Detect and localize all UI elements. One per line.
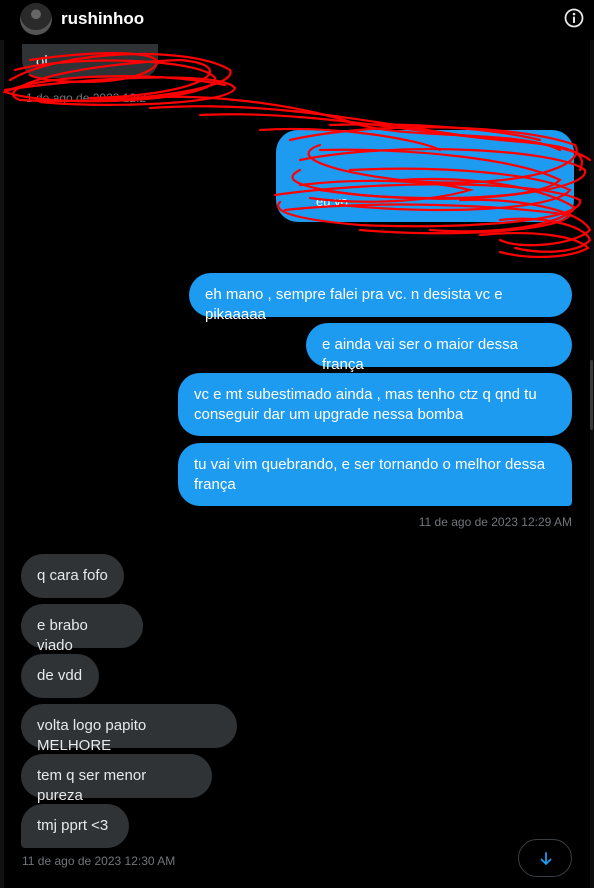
outgoing-message[interactable]: vc e mt subestimado ainda , mas tenho ct… (178, 373, 572, 436)
outgoing-message[interactable]: eh mano , sempre falei pra vc. n desista… (189, 273, 572, 323)
message-timestamp: 11 de ago de 2023 12:29 AM (418, 515, 572, 529)
message-text: de vdd (37, 667, 83, 684)
incoming-message[interactable]: tmj pprt <3 (21, 804, 129, 848)
info-icon[interactable] (563, 7, 585, 29)
message-text: vc e mt subestimado ainda , mas tenho ct… (194, 386, 537, 423)
scrollbar-track[interactable] (590, 0, 594, 888)
incoming-message[interactable]: q cara fofo (21, 554, 124, 598)
redacted-outgoing-message[interactable]: eu vo (276, 130, 574, 222)
message-text: eh mano , sempre falei pra vc. n desista… (205, 286, 503, 323)
outgoing-message[interactable]: tu vai vim quebrando, e ser tornando o m… (178, 443, 572, 506)
redacted-timestamp: 1 de ago de 2023 12:2 (26, 91, 147, 105)
incoming-message[interactable]: tem q ser menor pureza (21, 754, 212, 804)
message-text: tu vai vim quebrando, e ser tornando o m… (194, 456, 546, 493)
incoming-message[interactable]: e brabo viado (21, 604, 143, 654)
message-text: e ainda vai ser o maior dessa frança (322, 336, 518, 373)
scrollbar-thumb[interactable] (590, 360, 593, 430)
redacted-text: ol (36, 53, 48, 70)
dm-conversation-view: rushinhoo ol 1 de ago de 2023 12:2 eu vo (0, 0, 594, 888)
redacted-incoming-message[interactable]: ol (22, 44, 158, 78)
message-timestamp: 11 de ago de 2023 12:30 AM (22, 854, 176, 868)
message-text: volta logo papito MELHORE (37, 717, 147, 754)
left-border (0, 0, 4, 888)
incoming-message[interactable]: de vdd (21, 654, 99, 698)
message-text: q cara fofo (37, 567, 108, 584)
outgoing-message[interactable]: e ainda vai ser o maior dessa frança (306, 323, 572, 373)
redacted-text: eu vo (316, 194, 348, 209)
message-text: tem q ser menor pureza (37, 767, 147, 804)
message-text: tmj pprt <3 (37, 817, 109, 834)
scroll-to-bottom-button[interactable] (518, 839, 572, 877)
arrow-down-icon (540, 852, 552, 865)
avatar[interactable] (20, 3, 52, 35)
message-text: e brabo viado (37, 617, 88, 654)
conversation-username[interactable]: rushinhoo (61, 9, 144, 29)
incoming-message[interactable]: volta logo papito MELHORE (21, 704, 237, 754)
conversation-header: rushinhoo (0, 0, 594, 40)
